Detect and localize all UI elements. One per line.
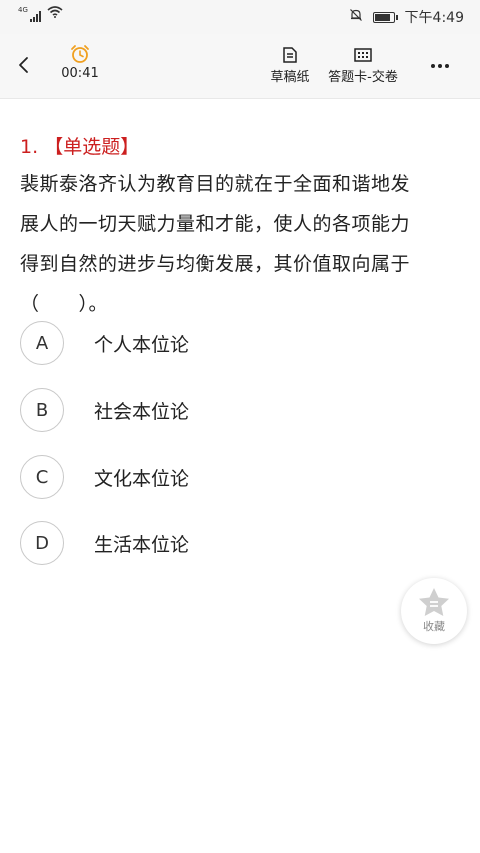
option-d[interactable]: D 生活本位论: [20, 519, 460, 567]
answer-sheet-button[interactable]: 答题卡-交卷: [320, 46, 406, 85]
mute-bell-icon: [349, 8, 363, 26]
question-line: 裴斯泰洛齐认为教育目的就在于全面和谐地发: [20, 173, 411, 195]
status-left: 4G: [18, 6, 63, 22]
option-a[interactable]: A 个人本位论: [20, 319, 460, 367]
answer-sheet-label: 答题卡-交卷: [328, 70, 398, 85]
question-line: （ ）。: [20, 293, 109, 315]
status-time: 下午4:49: [404, 10, 464, 26]
option-text[interactable]: 文化本位论: [94, 464, 189, 491]
wifi-icon: [47, 6, 63, 22]
question-header: 1. 【单选题】: [20, 130, 460, 164]
option-text[interactable]: 社会本位论: [94, 397, 189, 424]
favorite-button[interactable]: 收藏: [401, 578, 467, 644]
header: 00:41 草稿纸 答题卡-交卷: [0, 34, 480, 99]
question-line: 得到自然的进步与均衡发展，其价值取向属于: [20, 253, 411, 275]
option-letter[interactable]: C: [20, 455, 64, 499]
more-options-icon[interactable]: [424, 56, 456, 76]
timer: 00:41: [58, 44, 102, 81]
answer-sheet-icon: [354, 48, 372, 62]
option-letter[interactable]: A: [20, 321, 64, 365]
document-icon: [283, 47, 297, 63]
favorite-label: 收藏: [423, 620, 445, 633]
alarm-clock-icon: [71, 45, 89, 63]
status-right: 下午4:49: [349, 7, 464, 27]
option-letter[interactable]: D: [20, 521, 64, 565]
back-button[interactable]: [10, 50, 40, 80]
question-number: 1.: [20, 136, 39, 158]
option-b[interactable]: B 社会本位论: [20, 386, 460, 434]
status-bar: 4G 下午4:49: [0, 0, 480, 34]
option-c[interactable]: C 文化本位论: [20, 453, 460, 501]
draft-paper-button[interactable]: 草稿纸: [266, 46, 314, 85]
option-letter[interactable]: B: [20, 388, 64, 432]
star-icon: [419, 588, 449, 616]
signal-icon: [29, 10, 41, 22]
battery-icon: [372, 11, 398, 23]
question-text: 裴斯泰洛齐认为教育目的就在于全面和谐地发 展人的一切天赋力量和才能，使人的各项能…: [20, 164, 460, 324]
chevron-left-icon: [19, 57, 28, 73]
question-block: 1. 【单选题】 裴斯泰洛齐认为教育目的就在于全面和谐地发 展人的一切天赋力量和…: [20, 130, 460, 324]
option-text[interactable]: 个人本位论: [94, 330, 189, 357]
timer-value: 00:41: [61, 66, 99, 81]
app-root: 4G 下午4:49 00:41 草稿纸 答题卡-交卷 1. 【单选题】 裴斯泰洛…: [0, 0, 480, 853]
option-text[interactable]: 生活本位论: [94, 530, 189, 557]
network-type: 4G: [18, 6, 28, 14]
question-type: 【单选题】: [44, 136, 140, 158]
question-line: 展人的一切天赋力量和才能，使人的各项能力: [20, 213, 411, 235]
draft-paper-label: 草稿纸: [270, 70, 310, 85]
